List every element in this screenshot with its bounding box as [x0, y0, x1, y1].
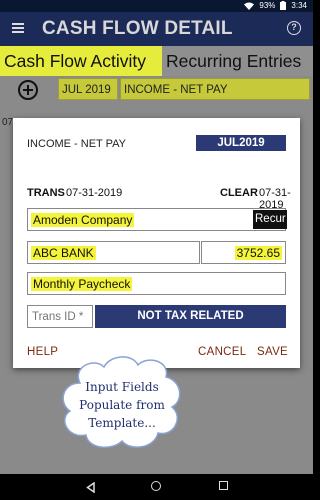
add-entry-button[interactable]: [18, 80, 38, 100]
amount-value: 3752.65: [234, 246, 282, 260]
trans-id-input[interactable]: [28, 306, 92, 327]
page-title: CASH FLOW DETAIL: [42, 18, 233, 39]
cancel-button[interactable]: CANCEL: [198, 346, 246, 358]
dialog-month-badge[interactable]: JUL2019: [196, 135, 286, 151]
account-filter[interactable]: INCOME - NET PAY: [120, 78, 310, 100]
bank-field[interactable]: ABC BANK: [27, 241, 200, 264]
screen: 93% 3:34 CASH FLOW DETAIL ? Cash Flow Ac…: [0, 0, 313, 500]
bank-value: ABC BANK: [31, 246, 96, 260]
tab-cash-flow-activity[interactable]: Cash Flow Activity: [0, 46, 162, 76]
trans-date-value[interactable]: 07-31-2019: [66, 187, 122, 199]
dialog-account-label: INCOME - NET PAY: [27, 138, 127, 150]
menu-icon[interactable]: [11, 21, 25, 35]
app-bar: CASH FLOW DETAIL ?: [0, 12, 313, 46]
battery-percent: 93%: [259, 1, 276, 10]
callout-line-3: Template...: [88, 416, 156, 430]
recur-button[interactable]: Recur: [253, 210, 287, 229]
help-button[interactable]: HELP: [27, 346, 58, 358]
callout-line-2: Populate from: [79, 398, 165, 412]
trans-date-label: TRANS: [27, 187, 65, 199]
entry-dialog: INCOME - NET PAY JUL2019 TRANS 07-31-201…: [13, 118, 300, 368]
recent-apps-icon[interactable]: [219, 481, 228, 490]
clock: 3:34: [291, 1, 307, 10]
battery-icon: [280, 1, 287, 10]
back-icon[interactable]: [86, 482, 95, 493]
memo-field[interactable]: Monthly Paycheck: [27, 272, 286, 295]
callout-line-1: Input Fields: [85, 380, 159, 394]
status-bar: 93% 3:34: [0, 0, 313, 12]
month-filter[interactable]: JUL 2019: [58, 78, 118, 100]
tax-status-button[interactable]: NOT TAX RELATED: [95, 305, 286, 328]
save-button[interactable]: SAVE: [257, 346, 288, 358]
payee-field[interactable]: Amoden Company: [27, 208, 286, 231]
trans-id-field[interactable]: [27, 305, 93, 328]
wifi-icon: [244, 2, 255, 10]
payee-value: Amoden Company: [31, 213, 135, 227]
help-icon[interactable]: ?: [287, 21, 301, 35]
memo-value: Monthly Paycheck: [31, 277, 133, 291]
tab-bar: Cash Flow Activity Recurring Entries: [0, 46, 313, 76]
amount-field[interactable]: 3752.65: [201, 241, 286, 264]
home-icon[interactable]: [151, 481, 161, 491]
callout-text: Input Fields Populate from Template...: [58, 378, 186, 432]
system-nav-bar: [0, 474, 313, 500]
clear-date-label: CLEAR: [220, 187, 258, 199]
tab-recurring-entries[interactable]: Recurring Entries: [162, 46, 313, 76]
